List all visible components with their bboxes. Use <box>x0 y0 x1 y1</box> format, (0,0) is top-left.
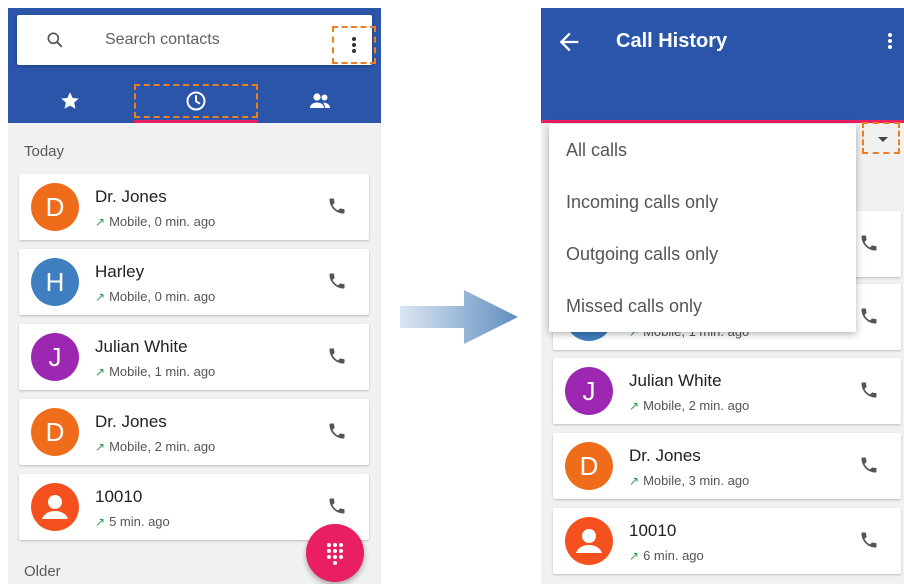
phone-icon[interactable] <box>859 306 879 326</box>
phone-icon[interactable] <box>327 271 347 291</box>
star-icon <box>61 92 79 109</box>
tab-contacts[interactable] <box>298 84 342 118</box>
phone-icon[interactable] <box>859 380 879 400</box>
outgoing-arrow-icon: ↗ <box>629 474 640 488</box>
outgoing-arrow-icon: ↗ <box>629 549 640 563</box>
avatar <box>565 517 613 565</box>
avatar: J <box>31 333 79 381</box>
contact-name: Harley <box>95 262 145 281</box>
app-bar: Call History <box>541 8 904 120</box>
call-detail: ↗ Mobile, 3 min. ago <box>629 473 749 488</box>
search-icon[interactable] <box>45 30 65 50</box>
section-older: Older <box>24 563 61 580</box>
call-history-screen: Call History ↗Mobile, 1 min. ago J Julia… <box>541 8 904 584</box>
call-detail: ↗ Mobile, 2 min. ago <box>629 398 749 413</box>
call-card[interactable]: D Dr. Jones ↗ Mobile, 2 min. ago <box>19 399 369 465</box>
call-detail-text: 5 min. ago <box>109 514 170 529</box>
menu-item-incoming[interactable]: Incoming calls only <box>549 176 856 228</box>
call-card[interactable]: H Harley ↗ Mobile, 0 min. ago <box>19 249 369 315</box>
phone-icon[interactable] <box>327 496 347 516</box>
tab-favorites[interactable] <box>48 84 92 118</box>
call-card[interactable]: 10010 ↗ 6 min. ago <box>553 508 901 574</box>
call-detail-text: Mobile, 2 min. ago <box>643 398 750 413</box>
call-card[interactable]: J Julian White ↗ Mobile, 1 min. ago <box>19 324 369 390</box>
phone-icon[interactable] <box>327 421 347 441</box>
avatar: J <box>565 367 613 415</box>
person-icon <box>42 495 68 519</box>
more-vert-icon <box>888 33 892 49</box>
more-options-button[interactable] <box>332 26 376 64</box>
outgoing-arrow-icon: ↗ <box>95 515 106 529</box>
call-filter-menu: All calls Incoming calls only Outgoing c… <box>549 124 856 332</box>
screenshot-stage: Search contacts Today D Dr. Jones ↗ Mobi… <box>0 0 904 584</box>
menu-item-all-calls[interactable]: All calls <box>549 124 856 176</box>
call-card[interactable]: D Dr. Jones ↗ Mobile, 0 min. ago <box>19 174 369 240</box>
tab-recents[interactable] <box>134 84 258 118</box>
phone-icon[interactable] <box>327 196 347 216</box>
search-input[interactable]: Search contacts <box>105 31 220 49</box>
outgoing-arrow-icon: ↗ <box>95 215 106 229</box>
person-icon <box>576 529 602 553</box>
contact-name: Dr. Jones <box>629 446 701 465</box>
search-bar[interactable]: Search contacts <box>17 15 376 65</box>
call-detail-text: Mobile, 1 min. ago <box>109 364 216 379</box>
call-detail-text: Mobile, 2 min. ago <box>109 439 216 454</box>
page-title: Call History <box>616 30 728 52</box>
clock-icon <box>186 91 206 111</box>
people-icon <box>310 93 330 108</box>
dropdown-caret-icon <box>878 137 888 142</box>
dialpad-icon <box>327 543 343 565</box>
more-options-button[interactable] <box>879 24 901 58</box>
call-detail-text: Mobile, 0 min. ago <box>109 289 216 304</box>
phone-icon[interactable] <box>859 455 879 475</box>
dialpad-button[interactable] <box>306 524 364 582</box>
tab-indicator <box>134 120 258 123</box>
contact-name: 10010 <box>629 521 677 540</box>
call-detail: ↗ Mobile, 2 min. ago <box>95 439 215 454</box>
menu-item-missed[interactable]: Missed calls only <box>549 280 856 332</box>
outgoing-arrow-icon: ↗ <box>95 290 106 304</box>
call-filter-dropdown[interactable] <box>862 122 900 154</box>
avatar: D <box>31 408 79 456</box>
outgoing-arrow-icon: ↗ <box>95 365 106 379</box>
call-detail-text: Mobile, 3 min. ago <box>643 473 750 488</box>
contact-name: Dr. Jones <box>95 412 167 431</box>
avatar: D <box>31 183 79 231</box>
call-detail: ↗ 5 min. ago <box>95 514 170 529</box>
contact-name: Dr. Jones <box>95 187 167 206</box>
contact-name: Julian White <box>95 337 188 356</box>
avatar <box>31 483 79 531</box>
call-card[interactable]: D Dr. Jones ↗ Mobile, 3 min. ago <box>553 433 901 499</box>
call-detail-text: 6 min. ago <box>643 548 704 563</box>
contacts-screen: Search contacts Today D Dr. Jones ↗ Mobi… <box>8 8 381 584</box>
tab-bar <box>8 78 381 123</box>
outgoing-arrow-icon: ↗ <box>629 399 640 413</box>
phone-icon[interactable] <box>859 233 879 253</box>
call-detail: ↗ Mobile, 0 min. ago <box>95 214 215 229</box>
call-detail: ↗ 6 min. ago <box>629 548 704 563</box>
call-detail: ↗Mobile, 1 min. ago <box>95 364 215 379</box>
call-detail: ↗ Mobile, 0 min. ago <box>95 289 215 304</box>
app-bar: Search contacts <box>8 8 381 123</box>
avatar: H <box>31 258 79 306</box>
menu-item-outgoing[interactable]: Outgoing calls only <box>549 228 856 280</box>
avatar: D <box>565 442 613 490</box>
outgoing-arrow-icon: ↗ <box>95 440 106 454</box>
contact-name: 10010 <box>95 487 143 506</box>
transition-arrow-icon <box>400 290 518 344</box>
contact-name: Julian White <box>629 371 722 390</box>
call-detail-text: Mobile, 0 min. ago <box>109 214 216 229</box>
phone-icon[interactable] <box>327 346 347 366</box>
header-accent-line <box>541 120 904 123</box>
call-card[interactable]: J Julian White ↗ Mobile, 2 min. ago <box>553 358 901 424</box>
phone-icon[interactable] <box>859 530 879 550</box>
more-vert-icon <box>352 37 356 53</box>
section-today: Today <box>24 143 65 160</box>
arrow-back-icon[interactable] <box>555 28 583 56</box>
